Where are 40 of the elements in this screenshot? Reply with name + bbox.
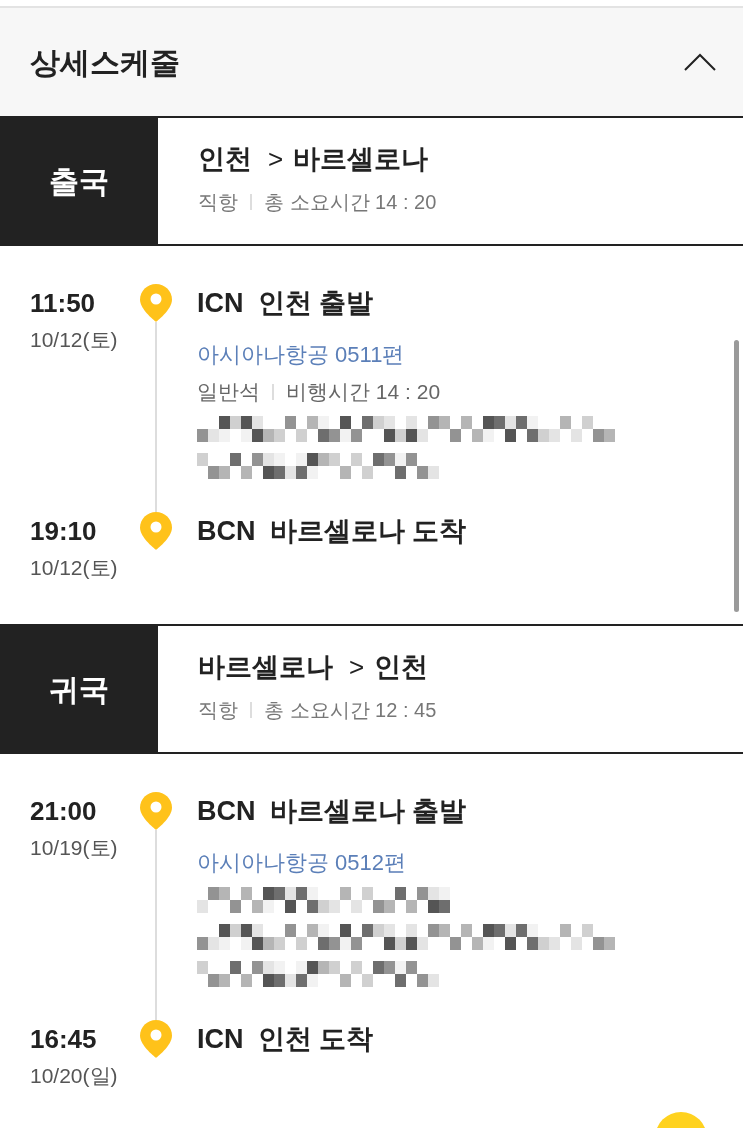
route-origin: 인천 [198,145,252,173]
airport-code: BCN [197,517,256,545]
route-separator: > [268,146,284,172]
stop-time: 11:50 [30,290,97,316]
airport-code: BCN [197,797,256,825]
stop-date: 10/12(토) [30,555,119,581]
airport-name: 인천 도착 [257,1025,373,1053]
stop-date: 10/20(일) [30,1063,119,1089]
airport-name: 바르셀로나 도착 [269,517,466,545]
total-duration: 총 소요시간 14 : 20 [264,189,437,215]
collapse-button[interactable] [682,51,718,73]
seat-class: 일반석 [197,378,260,405]
stop-time: 19:10 [30,518,98,544]
stop-time: 16:45 [30,1026,98,1052]
flight-type: 직항 [198,189,238,215]
location-pin-icon [140,284,172,322]
section-title: 상세스케줄 [30,44,180,81]
route-destination: 인천 [374,653,429,681]
route-origin: 바르셀로나 [198,653,333,681]
direction-label: 귀국 [0,626,158,752]
chevron-up-icon [684,53,716,71]
route-destination: 바르셀로나 [293,145,429,173]
airline-flight-link[interactable]: 아시아나항공 0512편 [197,846,407,879]
scrollbar-thumb[interactable] [734,340,739,612]
stop-time: 21:00 [30,798,98,824]
airport-code: ICN [197,1025,244,1053]
route-separator: > [349,654,365,680]
flight-type: 직항 [198,697,238,723]
direction-label: 출국 [0,118,158,244]
stop-date: 10/12(토) [30,327,119,353]
total-duration: 총 소요시간 12 : 45 [264,697,437,723]
airport-name: 바르셀로나 출발 [269,797,466,825]
airline-flight-link[interactable]: 아시아나항공 0511편 [197,338,405,371]
location-pin-icon [140,512,172,550]
airport-code: ICN [197,289,244,317]
flight-duration: 비행시간 14 : 20 [286,378,441,405]
location-pin-icon [140,792,172,830]
stop-date: 10/19(토) [30,835,119,861]
location-pin-icon [140,1020,172,1058]
airport-name: 인천 출발 [257,289,373,317]
